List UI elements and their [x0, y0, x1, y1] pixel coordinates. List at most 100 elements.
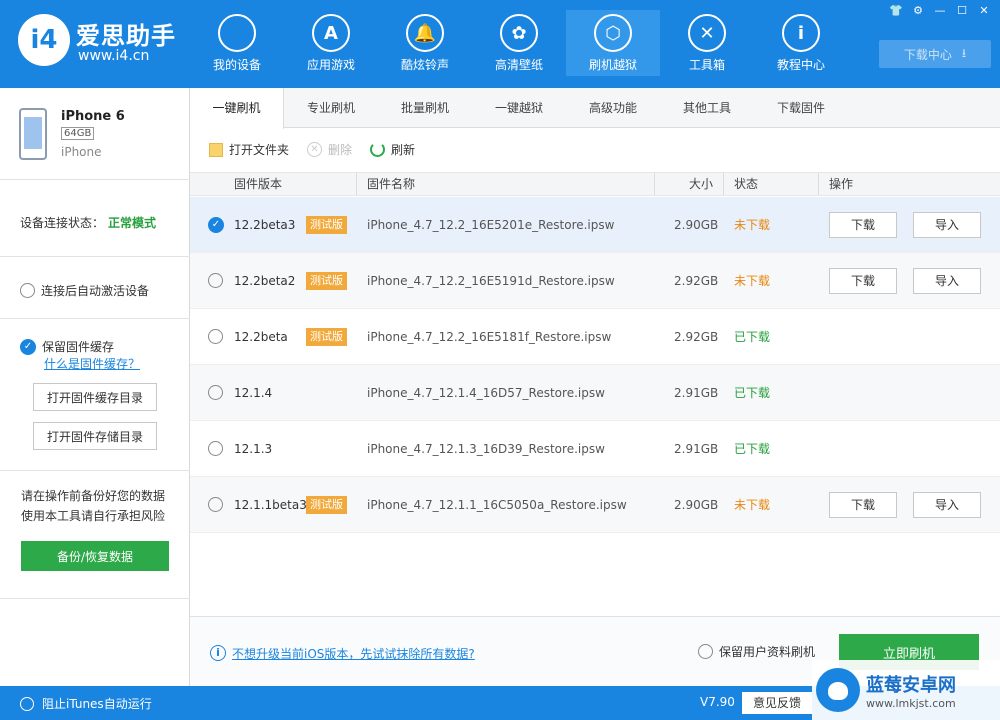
download-icon: ⭳	[961, 45, 967, 60]
erase-data-link[interactable]: 不想升级当前iOS版本，先试试抹除所有数据?	[232, 645, 475, 662]
backup-restore-button[interactable]: 备份/恢复数据	[21, 541, 169, 571]
table-row[interactable]: ✓ 12.2beta3 测试版 iPhone_4.7_12.2_16E5201e_Re…	[190, 197, 1000, 253]
refresh-icon	[370, 142, 385, 157]
row-radio[interactable]	[208, 385, 223, 400]
col-action: 操作	[818, 173, 853, 195]
table-row[interactable]: 12.1.3 iPhone_4.7_12.1.3_16D39_Restore.ip…	[190, 421, 1000, 477]
firmware-name: iPhone_4.7_12.2_16E5201e_Restore.ipsw	[367, 218, 615, 232]
row-radio[interactable]	[208, 497, 223, 512]
download-button[interactable]: 下载	[829, 212, 897, 238]
firmware-size: 2.92GB	[674, 330, 719, 344]
tab-5[interactable]: 高级功能	[566, 88, 660, 128]
table-header: 固件版本 固件名称 大小 状态 操作	[190, 172, 1000, 196]
settings-icon[interactable]: ⚙	[910, 4, 926, 18]
brand-url: www.i4.cn	[78, 48, 150, 64]
delete-label: 删除	[328, 143, 353, 157]
nav-item-bell[interactable]: 🔔 酷炫铃声	[378, 10, 472, 76]
import-button[interactable]: 导入	[913, 492, 981, 518]
feedback-button[interactable]: 意见反馈	[742, 692, 812, 714]
flower-icon: ✿	[500, 14, 538, 52]
download-center-label: 下载中心	[903, 47, 952, 62]
what-is-cache-link[interactable]: 什么是固件缓存？	[44, 355, 140, 372]
phone-icon	[19, 108, 47, 160]
tab-6[interactable]: 其他工具	[660, 88, 754, 128]
refresh-button[interactable]: 刷新	[370, 141, 415, 158]
toolbar: 打开文件夹 ✕ 删除 刷新	[190, 129, 1000, 169]
open-storage-dir-button[interactable]: 打开固件存储目录	[33, 422, 157, 450]
block-itunes-option[interactable]: 阻止iTunes自动运行	[20, 695, 152, 712]
keep-cache-option[interactable]: ✓ 保留固件缓存	[20, 338, 114, 355]
nav-item-dropbox[interactable]: ⬡ 刷机越狱	[566, 10, 660, 76]
col-status: 状态	[723, 173, 758, 195]
blueberry-logo-icon	[816, 668, 860, 712]
dropbox-icon: ⬡	[594, 14, 632, 52]
keep-user-data-option[interactable]: 保留用户资料刷机	[698, 643, 815, 660]
firmware-version: 12.1.3	[234, 442, 273, 456]
import-button[interactable]: 导入	[913, 212, 981, 238]
tab-3[interactable]: 批量刷机	[378, 88, 472, 128]
nav-item-flower[interactable]: ✿ 高清壁纸	[472, 10, 566, 76]
close-icon[interactable]: ✕	[976, 4, 992, 18]
selected-radio-icon[interactable]: ✓	[208, 217, 224, 233]
keep-user-data-radio[interactable]	[698, 644, 713, 659]
tab-4[interactable]: 一键越狱	[472, 88, 566, 128]
refresh-label: 刷新	[391, 143, 416, 157]
table-row[interactable]: 12.1.1beta3 测试版 iPhone_4.7_12.1.1_16C5050a…	[190, 477, 1000, 533]
connection-status-value: 正常模式	[108, 216, 157, 230]
tab-2[interactable]: 专业刷机	[284, 88, 378, 128]
download-center-button[interactable]: 下载中心 ⭳	[879, 40, 991, 68]
skin-icon[interactable]: 👕	[888, 4, 904, 18]
download-button[interactable]: 下载	[829, 492, 897, 518]
auto-activate-radio[interactable]	[20, 283, 35, 298]
firmware-size: 2.90GB	[674, 218, 719, 232]
download-status: 未下载	[734, 498, 771, 512]
nav-item-tools[interactable]: ✕ 工具箱	[660, 10, 754, 76]
table-row[interactable]: 12.2beta 测试版 iPhone_4.7_12.2_16E5181f_Rest…	[190, 309, 1000, 365]
info-icon: i	[782, 14, 820, 52]
col-size: 大小	[654, 173, 713, 195]
download-status: 未下载	[734, 218, 771, 232]
nav-item-apple[interactable]: 我的设备	[190, 10, 284, 76]
check-icon[interactable]: ✓	[20, 338, 36, 355]
maximize-icon[interactable]: ☐	[954, 4, 970, 18]
keep-user-data-label: 保留用户资料刷机	[719, 645, 816, 659]
nav-label: 刷机越狱	[588, 58, 637, 72]
nav-item-app-store[interactable]: A 应用游戏	[284, 10, 378, 76]
firmware-name: iPhone_4.7_12.1.1_16C5050a_Restore.ipsw	[367, 498, 627, 512]
watermark-url: www.lmkjst.com	[866, 696, 956, 710]
watermark-title: 蓝莓安卓网	[866, 674, 956, 696]
open-cache-dir-button[interactable]: 打开固件缓存目录	[33, 383, 157, 411]
download-status: 已下载	[734, 386, 771, 400]
row-radio[interactable]	[208, 273, 223, 288]
device-capacity: 64GB	[61, 127, 95, 140]
tab-1[interactable]: 一键刷机	[190, 88, 284, 129]
divider	[0, 318, 190, 319]
app-store-icon: A	[312, 14, 350, 52]
auto-activate-option[interactable]: 连接后自动激活设备	[20, 282, 149, 299]
nav-item-info[interactable]: i 教程中心	[754, 10, 848, 76]
import-button[interactable]: 导入	[913, 268, 981, 294]
firmware-version: 12.1.4	[234, 386, 273, 400]
table-row[interactable]: 12.2beta2 测试版 iPhone_4.7_12.2_16E5191d_Res…	[190, 253, 1000, 309]
device-card[interactable]: iPhone 6 64GB iPhone	[0, 88, 190, 180]
row-radio[interactable]	[208, 441, 223, 456]
i4-logo-icon: i4	[18, 14, 70, 66]
top-bar: i4 爱思助手 www.i4.cn 我的设备 A 应用游戏 🔔 酷炫铃声 ✿ 高清壁纸 ⬡ 刷机…	[0, 0, 1000, 88]
table-row[interactable]: 12.1.4 iPhone_4.7_12.1.4_16D57_Restore.ip…	[190, 365, 1000, 421]
minimize-icon[interactable]: —	[932, 4, 948, 18]
download-button[interactable]: 下载	[829, 268, 897, 294]
keep-cache-label: 保留固件缓存	[42, 340, 115, 354]
row-radio[interactable]	[208, 329, 223, 344]
app-version: V7.90	[700, 695, 735, 709]
delete-button[interactable]: ✕ 删除	[307, 141, 352, 158]
open-folder-button[interactable]: 打开文件夹	[209, 141, 289, 158]
divider	[0, 470, 190, 471]
download-status: 未下载	[734, 274, 771, 288]
download-status: 已下载	[734, 330, 771, 344]
tools-icon: ✕	[688, 14, 726, 52]
sidebar: iPhone 6 64GB iPhone 设备连接状态： 正常模式 连接后自动激活…	[0, 88, 190, 686]
risk-warning: 请在操作前备份好您的数据 使用本工具请自行承担风险	[21, 486, 165, 526]
block-itunes-radio[interactable]	[20, 696, 34, 711]
tab-7[interactable]: 下载固件	[754, 88, 848, 128]
device-name: iPhone 6	[61, 109, 125, 124]
